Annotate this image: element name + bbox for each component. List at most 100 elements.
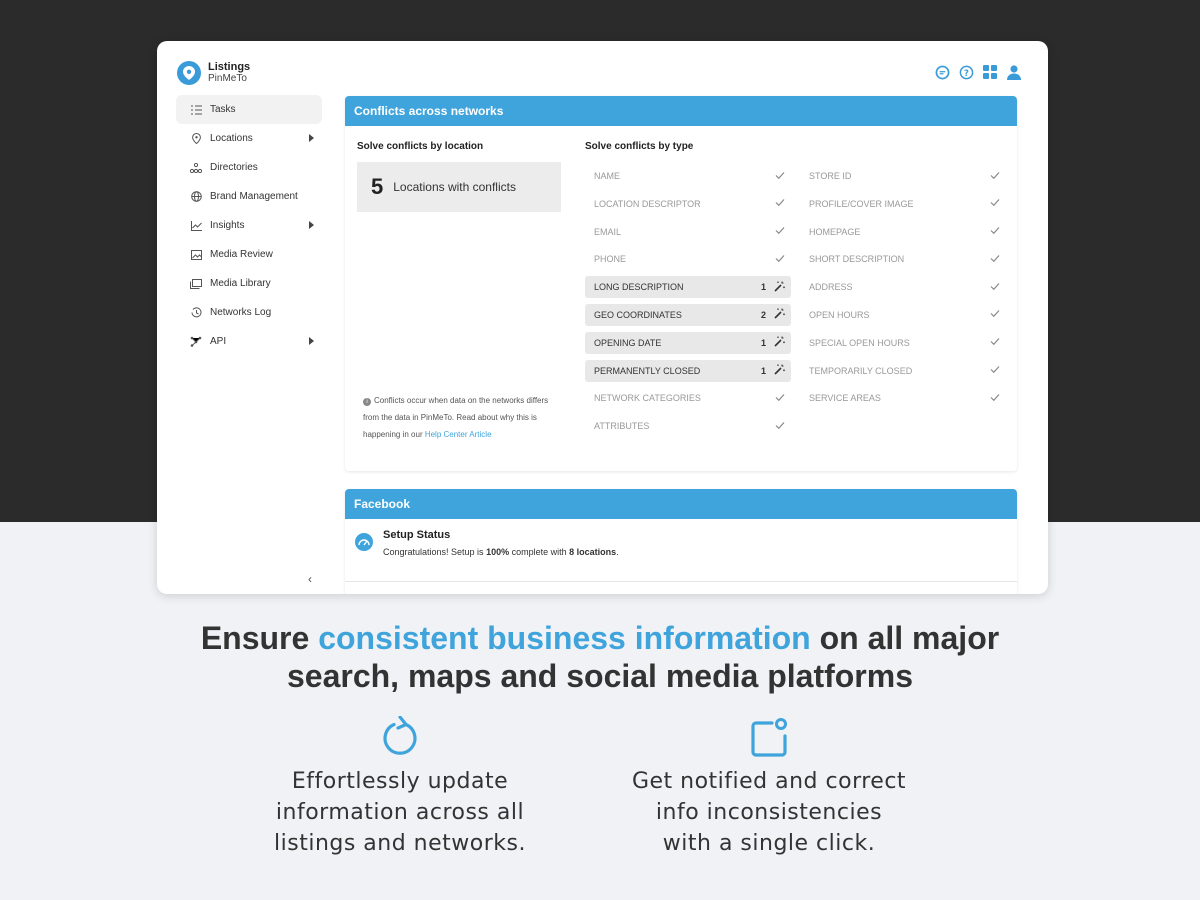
check-icon (775, 198, 785, 209)
sidebar-item-brand-management[interactable]: Brand Management (176, 182, 322, 211)
svg-text:?: ? (964, 67, 969, 77)
check-icon (990, 337, 1000, 348)
sidebar-item-media-library[interactable]: Media Library (176, 269, 322, 298)
conflict-type-row: ADDRESS (800, 276, 1006, 298)
conflict-type-row: NETWORK CATEGORIES (585, 387, 791, 409)
chat-icon[interactable] (934, 64, 950, 80)
magic-wand-icon[interactable] (774, 336, 785, 349)
conflict-type-row[interactable]: LONG DESCRIPTION 1 (585, 276, 791, 299)
sidebar-item-insights[interactable]: Insights (176, 211, 322, 240)
feature-notify-text: Get notified and correct info inconsisten… (619, 766, 919, 859)
check-icon (990, 365, 1000, 376)
feature-update-text: Effortlessly update information across al… (250, 766, 550, 859)
check-icon (775, 254, 785, 265)
conflict-count: 1 (760, 365, 766, 376)
chart-icon (190, 220, 202, 232)
conflict-type-label: OPEN HOURS (809, 309, 870, 320)
conflict-type-row[interactable]: OPENING DATE 1 (585, 331, 791, 354)
conflict-types-right: STORE ID PROFILE/COVER IMAGE HOMEPAGE SHORT… (800, 165, 1006, 415)
collapse-sidebar-button[interactable]: ‹ (308, 572, 312, 586)
conflicts-note: i Conflicts occur when data on the networ… (363, 392, 563, 443)
conflict-type-row: TEMPORARILY CLOSED (800, 360, 1006, 382)
conflict-type-row: LOCATION DESCRIPTOR (585, 193, 791, 215)
help-center-link[interactable]: Help Center Article (425, 430, 492, 439)
conflict-type-label: SERVICE AREAS (809, 393, 881, 404)
brand[interactable]: Listings PinMeTo (177, 61, 250, 85)
conflict-type-label: ADDRESS (809, 282, 853, 293)
divider (345, 581, 1017, 582)
chevron-right-icon (309, 221, 314, 229)
chevron-right-icon (309, 134, 314, 142)
tasks-icon (190, 104, 202, 116)
conflict-type-label: LONG DESCRIPTION (594, 282, 684, 293)
sidebar-item-label: Media Library (210, 278, 271, 289)
conflict-type-row: NAME (585, 165, 791, 187)
conflict-type-label: SHORT DESCRIPTION (809, 254, 905, 265)
sidebar-item-label: Directories (210, 162, 258, 173)
magic-wand-icon[interactable] (774, 281, 785, 294)
conflict-type-row: SPECIAL OPEN HOURS (800, 332, 1006, 354)
gauge-icon (355, 533, 373, 551)
conflict-type-label: PERMANENTLY CLOSED (594, 365, 701, 376)
check-icon (775, 421, 785, 432)
notification-icon (619, 716, 919, 760)
conflict-type-label: PHONE (594, 254, 627, 265)
sidebar-item-networks-log[interactable]: Networks Log (176, 298, 322, 327)
facebook-card: Facebook Setup Status Congratulations! S… (345, 489, 1017, 594)
by-location-title: Solve conflicts by location (357, 141, 484, 152)
sidebar-item-media-review[interactable]: Media Review (176, 240, 322, 269)
sidebar-item-label: Networks Log (210, 307, 272, 318)
check-icon (775, 171, 785, 182)
feature-line: information across all (275, 800, 525, 825)
apps-grid-icon[interactable] (982, 64, 998, 80)
sidebar-item-directories[interactable]: Directories (176, 153, 322, 182)
conflict-type-label: ATTRIBUTES (594, 421, 650, 432)
magic-wand-icon[interactable] (774, 364, 785, 377)
conflict-type-label: OPENING DATE (594, 337, 662, 348)
conflict-type-label: NAME (594, 171, 621, 181)
globe-icon (190, 191, 202, 203)
locations-with-conflicts-button[interactable]: 5 Locations with conflicts (357, 162, 561, 212)
conflict-type-row[interactable]: GEO COORDINATES 2 (585, 303, 791, 326)
sidebar-nav: Tasks Locations Directories Brand Manage… (176, 95, 322, 356)
check-icon (775, 226, 785, 237)
setup-status: Setup Status Congratulations! Setup is 1… (355, 529, 619, 557)
app-title: Listings (208, 61, 251, 73)
feature-update: Effortlessly update information across al… (250, 716, 550, 859)
magic-wand-icon[interactable] (774, 308, 785, 321)
sidebar-item-label: Tasks (210, 104, 236, 115)
conflict-type-label: NETWORK CATEGORIES (594, 393, 701, 404)
directories-icon (190, 162, 202, 174)
facebook-card-title: Facebook (345, 489, 1017, 519)
feature-line: listings and networks. (274, 831, 526, 856)
conflict-type-row[interactable]: PERMANENTLY CLOSED 1 (585, 359, 791, 382)
conflict-types-left: NAME LOCATION DESCRIPTOR EMAIL PHONE LONG DE… (585, 165, 791, 443)
conflict-type-label: LOCATION DESCRIPTOR (594, 198, 701, 209)
conflict-type-row: PHONE (585, 248, 791, 270)
marketing-headline: Ensure consistent business information o… (200, 620, 1000, 694)
history-icon (190, 307, 202, 319)
help-icon[interactable]: ? (958, 64, 974, 80)
sidebar-item-label: API (210, 336, 227, 347)
sidebar-item-locations[interactable]: Locations (176, 124, 322, 153)
locations-label: Locations with conflicts (393, 180, 516, 194)
sidebar-item-api[interactable]: API (176, 327, 322, 356)
conflict-type-label: TEMPORARILY CLOSED (809, 365, 913, 376)
sidebar-item-tasks[interactable]: Tasks (176, 95, 322, 124)
library-icon (190, 278, 202, 290)
feature-line: info inconsistencies (655, 800, 883, 825)
conflicts-card: Conflicts across networks Solve conflict… (345, 96, 1017, 471)
check-icon (990, 254, 1000, 265)
app-subtitle: PinMeTo (208, 73, 247, 84)
conflict-type-label: PROFILE/COVER IMAGE (809, 198, 914, 209)
sidebar-item-label: Brand Management (210, 191, 298, 202)
conflict-count: 2 (760, 309, 766, 320)
conflict-type-row: EMAIL (585, 221, 791, 243)
headline-accent: consistent business information (318, 620, 811, 656)
check-icon (990, 171, 1000, 182)
check-icon (775, 393, 785, 404)
user-icon[interactable] (1006, 64, 1022, 80)
conflict-type-row: PROFILE/COVER IMAGE (800, 193, 1006, 215)
check-icon (990, 282, 1000, 293)
feature-line: Get notified and correct (631, 769, 907, 794)
